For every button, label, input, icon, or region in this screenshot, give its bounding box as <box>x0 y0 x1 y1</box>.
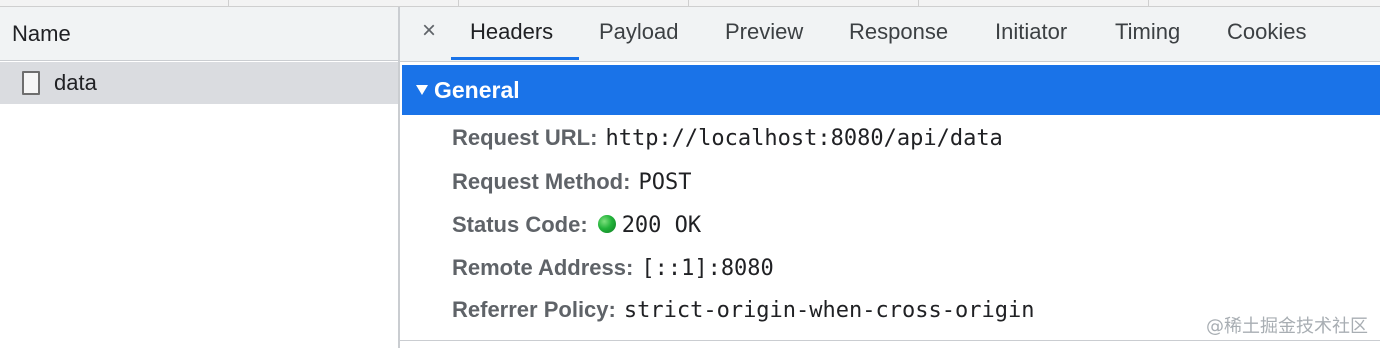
header-value: 200 OK <box>621 213 702 238</box>
request-detail-panel: × Headers Payload Preview Response Initi… <box>400 7 1380 348</box>
document-icon <box>22 71 40 95</box>
tab-initiator[interactable]: Initiator <box>995 19 1067 45</box>
general-section-header[interactable]: General <box>402 65 1380 115</box>
header-value: POST <box>638 170 692 195</box>
tab-headers[interactable]: Headers <box>470 19 553 45</box>
request-name: data <box>54 70 97 95</box>
request-row[interactable]: data <box>0 62 398 104</box>
tab-response[interactable]: Response <box>849 19 948 45</box>
section-title: General <box>434 77 520 103</box>
watermark-text: @稀土掘金技术社区 <box>1206 316 1368 337</box>
divider <box>400 340 1380 341</box>
devtools-network-panel: Name data × Headers Payload Preview Resp… <box>0 0 1380 348</box>
header-key: Referrer Policy: <box>452 297 616 322</box>
triangle-down-icon <box>416 85 428 95</box>
status-ok-icon <box>597 215 616 233</box>
tab-payload[interactable]: Payload <box>599 19 679 45</box>
name-column-header[interactable]: Name <box>0 7 398 61</box>
name-column-label: Name <box>12 21 71 46</box>
header-key: Request URL: <box>452 125 598 150</box>
timeline-strip <box>0 0 1380 7</box>
header-key: Remote Address: <box>452 255 634 280</box>
header-row-request-url: Request URL: http://localhost:8080/api/da… <box>452 125 1003 155</box>
header-value: http://localhost:8080/api/data <box>605 126 1003 151</box>
tab-cookies[interactable]: Cookies <box>1227 19 1306 45</box>
header-row-request-method: Request Method: POST <box>452 169 691 199</box>
detail-tabbar: × Headers Payload Preview Response Initi… <box>400 7 1380 62</box>
header-value: [::1]:8080 <box>641 256 774 281</box>
header-key: Status Code: <box>452 212 588 237</box>
header-key: Request Method: <box>452 169 631 194</box>
header-value: strict-origin-when-cross-origin <box>623 298 1035 323</box>
close-icon[interactable]: × <box>418 18 440 44</box>
active-tab-indicator <box>451 57 579 60</box>
header-row-referrer-policy: Referrer Policy: strict-origin-when-cross… <box>452 297 1034 327</box>
header-row-status-code: Status Code: 200 OK <box>452 212 701 242</box>
header-row-remote-address: Remote Address: [::1]:8080 <box>452 255 774 285</box>
tab-timing[interactable]: Timing <box>1115 19 1180 45</box>
tab-preview[interactable]: Preview <box>725 19 803 45</box>
request-list-panel: Name data <box>0 7 400 348</box>
